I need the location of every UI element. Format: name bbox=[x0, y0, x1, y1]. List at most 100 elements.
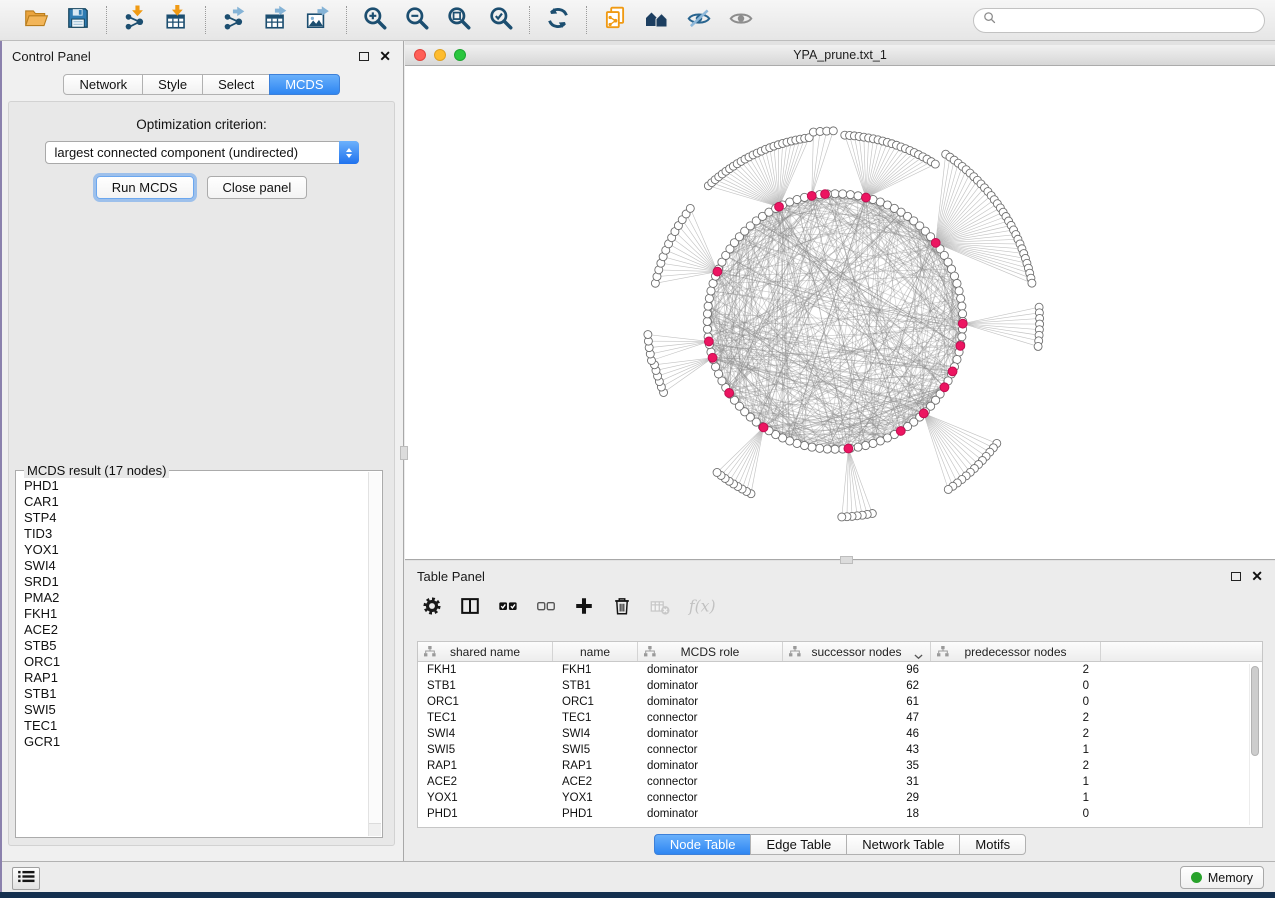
tab-edge-table[interactable]: Edge Table bbox=[750, 834, 847, 855]
table-row[interactable]: FKH1FKH1dominator962 bbox=[418, 662, 1262, 678]
select-all-button[interactable] bbox=[497, 595, 519, 622]
mcds-result-item[interactable]: PHD1 bbox=[24, 478, 367, 494]
mcds-result-item[interactable]: RAP1 bbox=[24, 670, 367, 686]
node-table: shared namenameMCDS rolesuccessor nodesp… bbox=[417, 641, 1263, 828]
mcds-result-item[interactable]: PMA2 bbox=[24, 590, 367, 606]
table-row[interactable]: SWI4SWI4dominator462 bbox=[418, 726, 1262, 742]
add-row-button[interactable] bbox=[573, 595, 595, 622]
table-scrollbar-thumb[interactable] bbox=[1251, 666, 1259, 756]
tree-icon bbox=[424, 646, 436, 660]
zoom-in-button[interactable] bbox=[356, 4, 394, 36]
tab-node-table[interactable]: Node Table bbox=[654, 834, 752, 855]
horizontal-splitter-handle[interactable] bbox=[840, 556, 853, 564]
close-panel-icon[interactable]: ✕ bbox=[379, 50, 391, 62]
table-row[interactable]: SWI5SWI5connector431 bbox=[418, 742, 1262, 758]
mcds-result-item[interactable]: SWI5 bbox=[24, 702, 367, 718]
refresh-button[interactable] bbox=[539, 4, 577, 36]
column-header-MCDS-role[interactable]: MCDS role bbox=[638, 642, 783, 661]
tab-motifs[interactable]: Motifs bbox=[959, 834, 1026, 855]
cell-predecessor-nodes: 2 bbox=[931, 710, 1101, 726]
table-row[interactable]: ACE2ACE2connector311 bbox=[418, 774, 1262, 790]
close-panel-button[interactable]: Close panel bbox=[207, 176, 308, 199]
network-graph[interactable] bbox=[405, 67, 1275, 559]
save-session-button[interactable] bbox=[59, 4, 97, 36]
zoom-fit-button[interactable] bbox=[440, 4, 478, 36]
cytoscape-app: Control Panel ✕ NetworkStyleSelectMCDS O… bbox=[0, 0, 1275, 898]
table-row[interactable]: PHD1PHD1dominator180 bbox=[418, 806, 1262, 822]
close-table-panel-icon[interactable]: ✕ bbox=[1251, 570, 1263, 582]
zoom-in-icon bbox=[362, 5, 388, 36]
mcds-result-item[interactable]: ORC1 bbox=[24, 654, 367, 670]
mcds-list-scrollbar[interactable] bbox=[368, 472, 381, 836]
first-neighbors-button[interactable] bbox=[638, 4, 676, 36]
table-row[interactable]: YOX1YOX1connector291 bbox=[418, 790, 1262, 806]
task-history-button[interactable] bbox=[12, 867, 40, 890]
zoom-selected-button[interactable] bbox=[482, 4, 520, 36]
network-window-titlebar: YPA_prune.txt_1 bbox=[405, 45, 1275, 66]
tab-network-table[interactable]: Network Table bbox=[846, 834, 960, 855]
mcds-result-item[interactable]: TEC1 bbox=[24, 718, 367, 734]
table-row[interactable]: RAP1RAP1dominator352 bbox=[418, 758, 1262, 774]
mcds-result-item[interactable]: YOX1 bbox=[24, 542, 367, 558]
window-close-icon[interactable] bbox=[414, 49, 426, 61]
cell-name: ORC1 bbox=[553, 694, 638, 710]
cell-predecessor-nodes: 2 bbox=[931, 662, 1101, 678]
mcds-result-item[interactable]: STB1 bbox=[24, 686, 367, 702]
cell-successor-nodes: 96 bbox=[783, 662, 931, 678]
window-maximize-icon[interactable] bbox=[454, 49, 466, 61]
float-panel-icon[interactable] bbox=[359, 52, 369, 61]
export-table-button[interactable] bbox=[257, 4, 295, 36]
table-row[interactable]: STB1STB1dominator620 bbox=[418, 678, 1262, 694]
run-mcds-button[interactable]: Run MCDS bbox=[96, 176, 194, 199]
column-header-successor-nodes[interactable]: successor nodes bbox=[783, 642, 931, 661]
trash-button[interactable] bbox=[611, 595, 633, 622]
column-header-predecessor-nodes[interactable]: predecessor nodes bbox=[931, 642, 1101, 661]
clone-network-button[interactable] bbox=[596, 4, 634, 36]
hide-selected-button[interactable] bbox=[680, 4, 718, 36]
mcds-result-item[interactable]: CAR1 bbox=[24, 494, 367, 510]
search-input[interactable] bbox=[973, 8, 1265, 33]
import-network-button[interactable] bbox=[116, 4, 154, 36]
export-image-button[interactable] bbox=[299, 4, 337, 36]
criterion-select[interactable]: largest connected component (undirected) bbox=[45, 141, 359, 164]
toolbar-separator bbox=[586, 6, 587, 34]
column-header-shared-name[interactable]: shared name bbox=[418, 642, 553, 661]
column-header-name[interactable]: name bbox=[553, 642, 638, 661]
mcds-result-item[interactable]: TID3 bbox=[24, 526, 367, 542]
list-menu-icon bbox=[18, 870, 35, 888]
mcds-result-item[interactable]: GCR1 bbox=[24, 734, 367, 750]
columns-button[interactable] bbox=[459, 595, 481, 622]
network-canvas[interactable] bbox=[405, 67, 1275, 559]
gear-button[interactable] bbox=[421, 595, 443, 622]
table-scrollbar[interactable] bbox=[1249, 664, 1260, 825]
open-file-button[interactable] bbox=[17, 4, 55, 36]
vertical-splitter-handle[interactable] bbox=[400, 446, 408, 460]
cell-successor-nodes: 31 bbox=[783, 774, 931, 790]
tab-mcds[interactable]: MCDS bbox=[269, 74, 339, 95]
search-icon bbox=[982, 10, 997, 30]
mcds-result-item[interactable]: STP4 bbox=[24, 510, 367, 526]
tab-style[interactable]: Style bbox=[142, 74, 203, 95]
export-network-button[interactable] bbox=[215, 4, 253, 36]
show-all-button[interactable] bbox=[722, 4, 760, 36]
zoom-out-button[interactable] bbox=[398, 4, 436, 36]
mcds-result-item[interactable]: FKH1 bbox=[24, 606, 367, 622]
window-minimize-icon[interactable] bbox=[434, 49, 446, 61]
deselect-all-button[interactable] bbox=[535, 595, 557, 622]
table-row[interactable]: ORC1ORC1dominator610 bbox=[418, 694, 1262, 710]
export-image-icon bbox=[305, 5, 331, 36]
toolbar-group bbox=[589, 4, 767, 36]
import-table-button[interactable] bbox=[158, 4, 196, 36]
mcds-result-item[interactable]: ACE2 bbox=[24, 622, 367, 638]
cell-MCDS-role: dominator bbox=[638, 678, 783, 694]
mcds-result-item[interactable]: STB5 bbox=[24, 638, 367, 654]
memory-button[interactable]: Memory bbox=[1180, 866, 1264, 889]
table-row[interactable]: TEC1TEC1connector472 bbox=[418, 710, 1262, 726]
tab-network[interactable]: Network bbox=[63, 74, 143, 95]
mcds-result-item[interactable]: SWI4 bbox=[24, 558, 367, 574]
mcds-result-item[interactable]: SRD1 bbox=[24, 574, 367, 590]
float-table-panel-icon[interactable] bbox=[1231, 572, 1241, 581]
open-file-icon bbox=[23, 5, 49, 36]
tab-select[interactable]: Select bbox=[202, 74, 270, 95]
control-panel-header: Control Panel ✕ bbox=[0, 41, 403, 65]
